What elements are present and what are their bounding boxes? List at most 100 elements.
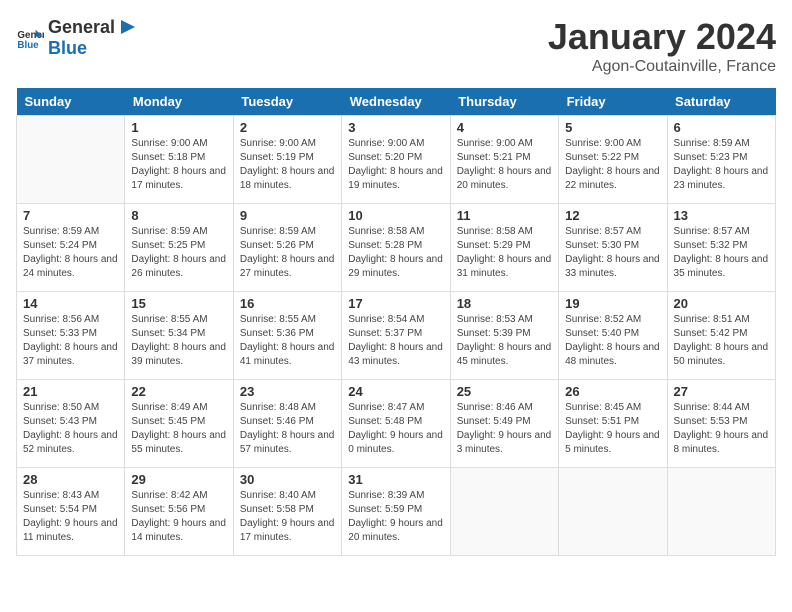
- header: General Blue General Blue January 2024 A…: [16, 16, 776, 76]
- day-number: 28: [23, 472, 118, 487]
- day-number: 30: [240, 472, 335, 487]
- location-title: Agon-Coutainville, France: [548, 58, 776, 76]
- logo-general-text: General: [48, 17, 115, 38]
- calendar-day-cell: 13 Sunrise: 8:57 AMSunset: 5:32 PMDayligh…: [667, 204, 775, 292]
- calendar-day-cell: 17 Sunrise: 8:54 AMSunset: 5:37 PMDayligh…: [342, 292, 450, 380]
- day-info: Sunrise: 8:54 AMSunset: 5:37 PMDaylight:…: [348, 313, 443, 369]
- calendar-day-cell: 22 Sunrise: 8:49 AMSunset: 5:45 PMDayligh…: [125, 380, 233, 468]
- day-info: Sunrise: 8:57 AMSunset: 5:32 PMDaylight:…: [674, 225, 769, 281]
- day-number: 16: [240, 296, 335, 311]
- calendar-day-cell: 14 Sunrise: 8:56 AMSunset: 5:33 PMDayligh…: [17, 292, 125, 380]
- calendar-day-cell: 24 Sunrise: 8:47 AMSunset: 5:48 PMDayligh…: [342, 380, 450, 468]
- calendar-week-row: 28 Sunrise: 8:43 AMSunset: 5:54 PMDayligh…: [17, 468, 776, 556]
- logo-arrow-icon: [117, 16, 139, 38]
- day-info: Sunrise: 8:57 AMSunset: 5:30 PMDaylight:…: [565, 225, 660, 281]
- day-number: 10: [348, 208, 443, 223]
- day-number: 22: [131, 384, 226, 399]
- day-info: Sunrise: 8:52 AMSunset: 5:40 PMDaylight:…: [565, 313, 660, 369]
- day-info: Sunrise: 8:47 AMSunset: 5:48 PMDaylight:…: [348, 401, 443, 457]
- calendar-day-cell: [450, 468, 558, 556]
- day-info: Sunrise: 8:39 AMSunset: 5:59 PMDaylight:…: [348, 489, 443, 545]
- day-number: 27: [674, 384, 769, 399]
- calendar-day-cell: [17, 116, 125, 204]
- day-info: Sunrise: 9:00 AMSunset: 5:20 PMDaylight:…: [348, 137, 443, 193]
- calendar-day-cell: 7 Sunrise: 8:59 AMSunset: 5:24 PMDaylight…: [17, 204, 125, 292]
- day-info: Sunrise: 8:59 AMSunset: 5:25 PMDaylight:…: [131, 225, 226, 281]
- day-number: 21: [23, 384, 118, 399]
- day-number: 8: [131, 208, 226, 223]
- day-number: 24: [348, 384, 443, 399]
- day-info: Sunrise: 8:58 AMSunset: 5:29 PMDaylight:…: [457, 225, 552, 281]
- day-of-week-header: Thursday: [450, 88, 558, 116]
- day-info: Sunrise: 8:59 AMSunset: 5:26 PMDaylight:…: [240, 225, 335, 281]
- day-number: 17: [348, 296, 443, 311]
- day-info: Sunrise: 8:43 AMSunset: 5:54 PMDaylight:…: [23, 489, 118, 545]
- day-number: 4: [457, 120, 552, 135]
- calendar-day-cell: 15Sunrise: 8:55 AMSunset: 5:34 PMDayligh…: [125, 292, 233, 380]
- day-info: Sunrise: 8:53 AMSunset: 5:39 PMDaylight:…: [457, 313, 552, 369]
- day-info: Sunrise: 8:59 AMSunset: 5:24 PMDaylight:…: [23, 225, 118, 281]
- svg-text:Blue: Blue: [17, 39, 39, 50]
- day-number: 5: [565, 120, 660, 135]
- calendar-week-row: 1 Sunrise: 9:00 AMSunset: 5:18 PMDaylight…: [17, 116, 776, 204]
- day-number: 25: [457, 384, 552, 399]
- day-info: Sunrise: 8:56 AMSunset: 5:33 PMDaylight:…: [23, 313, 118, 369]
- day-of-week-header: Saturday: [667, 88, 775, 116]
- day-number: 1: [131, 120, 226, 135]
- day-number: 13: [674, 208, 769, 223]
- day-info: Sunrise: 8:44 AMSunset: 5:53 PMDaylight:…: [674, 401, 769, 457]
- calendar-day-cell: 5 Sunrise: 9:00 AMSunset: 5:22 PMDaylight…: [559, 116, 667, 204]
- day-number: 19: [565, 296, 660, 311]
- day-info: Sunrise: 8:58 AMSunset: 5:28 PMDaylight:…: [348, 225, 443, 281]
- calendar-day-cell: 9Sunrise: 8:59 AMSunset: 5:26 PMDaylight…: [233, 204, 341, 292]
- calendar-day-cell: 19 Sunrise: 8:52 AMSunset: 5:40 PMDayligh…: [559, 292, 667, 380]
- day-number: 18: [457, 296, 552, 311]
- day-number: 7: [23, 208, 118, 223]
- calendar-day-cell: 4 Sunrise: 9:00 AMSunset: 5:21 PMDaylight…: [450, 116, 558, 204]
- day-info: Sunrise: 9:00 AMSunset: 5:21 PMDaylight:…: [457, 137, 552, 193]
- calendar-day-cell: [559, 468, 667, 556]
- day-info: Sunrise: 8:59 AMSunset: 5:23 PMDaylight:…: [674, 137, 769, 193]
- calendar-day-cell: 16 Sunrise: 8:55 AMSunset: 5:36 PMDayligh…: [233, 292, 341, 380]
- calendar-week-row: 14 Sunrise: 8:56 AMSunset: 5:33 PMDayligh…: [17, 292, 776, 380]
- calendar-table: SundayMondayTuesdayWednesdayThursdayFrid…: [16, 88, 776, 556]
- day-info: Sunrise: 8:48 AMSunset: 5:46 PMDaylight:…: [240, 401, 335, 457]
- day-info: Sunrise: 8:50 AMSunset: 5:43 PMDaylight:…: [23, 401, 118, 457]
- day-of-week-header: Monday: [125, 88, 233, 116]
- day-of-week-header: Tuesday: [233, 88, 341, 116]
- day-info: Sunrise: 8:55 AMSunset: 5:36 PMDaylight:…: [240, 313, 335, 369]
- calendar-day-cell: 27 Sunrise: 8:44 AMSunset: 5:53 PMDayligh…: [667, 380, 775, 468]
- day-info: Sunrise: 9:00 AMSunset: 5:18 PMDaylight:…: [131, 137, 226, 193]
- calendar-day-cell: 10 Sunrise: 8:58 AMSunset: 5:28 PMDayligh…: [342, 204, 450, 292]
- calendar-day-cell: 23 Sunrise: 8:48 AMSunset: 5:46 PMDayligh…: [233, 380, 341, 468]
- day-of-week-header: Friday: [559, 88, 667, 116]
- calendar-day-cell: 3Sunrise: 9:00 AMSunset: 5:20 PMDaylight…: [342, 116, 450, 204]
- day-info: Sunrise: 8:49 AMSunset: 5:45 PMDaylight:…: [131, 401, 226, 457]
- day-number: 29: [131, 472, 226, 487]
- day-number: 12: [565, 208, 660, 223]
- calendar-day-cell: 30Sunrise: 8:40 AMSunset: 5:58 PMDayligh…: [233, 468, 341, 556]
- calendar-header-row: SundayMondayTuesdayWednesdayThursdayFrid…: [17, 88, 776, 116]
- calendar-day-cell: 6 Sunrise: 8:59 AMSunset: 5:23 PMDaylight…: [667, 116, 775, 204]
- day-number: 6: [674, 120, 769, 135]
- day-number: 14: [23, 296, 118, 311]
- calendar-day-cell: 31 Sunrise: 8:39 AMSunset: 5:59 PMDayligh…: [342, 468, 450, 556]
- logo-blue-text: Blue: [48, 38, 87, 58]
- logo: General Blue General Blue: [16, 16, 139, 59]
- calendar-week-row: 21 Sunrise: 8:50 AMSunset: 5:43 PMDayligh…: [17, 380, 776, 468]
- day-number: 15: [131, 296, 226, 311]
- day-number: 23: [240, 384, 335, 399]
- calendar-day-cell: [667, 468, 775, 556]
- day-number: 31: [348, 472, 443, 487]
- month-title: January 2024: [548, 16, 776, 58]
- day-info: Sunrise: 9:00 AMSunset: 5:22 PMDaylight:…: [565, 137, 660, 193]
- day-number: 20: [674, 296, 769, 311]
- day-info: Sunrise: 8:51 AMSunset: 5:42 PMDaylight:…: [674, 313, 769, 369]
- day-of-week-header: Wednesday: [342, 88, 450, 116]
- day-info: Sunrise: 8:46 AMSunset: 5:49 PMDaylight:…: [457, 401, 552, 457]
- day-info: Sunrise: 8:42 AMSunset: 5:56 PMDaylight:…: [131, 489, 226, 545]
- logo-icon: General Blue: [16, 24, 44, 52]
- calendar-day-cell: 8 Sunrise: 8:59 AMSunset: 5:25 PMDaylight…: [125, 204, 233, 292]
- title-area: January 2024 Agon-Coutainville, France: [548, 16, 776, 76]
- day-info: Sunrise: 8:45 AMSunset: 5:51 PMDaylight:…: [565, 401, 660, 457]
